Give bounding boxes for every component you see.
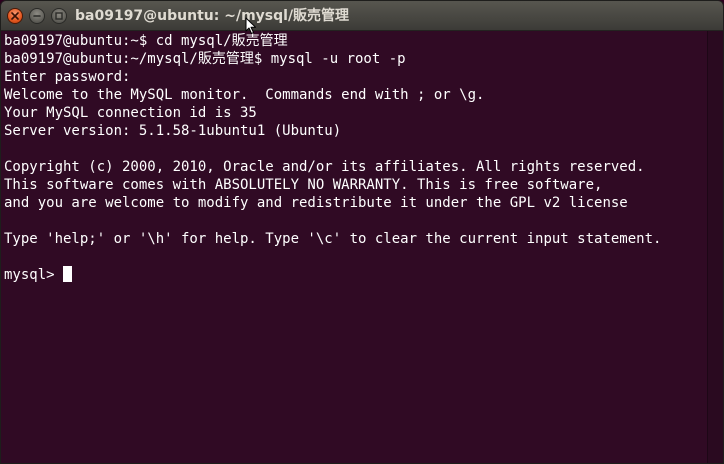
terminal-line: Server version: 5.1.58-1ubuntu1 (Ubuntu) bbox=[4, 123, 342, 139]
terminal-line: ba09197@ubuntu:~$ cd mysql/販売管理 bbox=[4, 33, 288, 49]
close-icon bbox=[11, 12, 19, 20]
terminal-area[interactable]: ba09197@ubuntu:~$ cd mysql/販売管理 ba09197@… bbox=[1, 31, 707, 463]
window-title: ba09197@ubuntu: ~/mysql/販売管理 bbox=[75, 8, 350, 24]
title-bar[interactable]: ba09197@ubuntu: ~/mysql/販売管理 bbox=[1, 1, 723, 31]
terminal-line: Enter password: bbox=[4, 69, 131, 85]
close-button[interactable] bbox=[7, 8, 23, 24]
terminal-line: This software comes with ABSOLUTELY NO W… bbox=[4, 177, 603, 193]
maximize-button[interactable] bbox=[51, 8, 67, 24]
scrollbar[interactable] bbox=[707, 31, 723, 463]
terminal-line: Welcome to the MySQL monitor. Commands e… bbox=[4, 87, 485, 103]
terminal-line: Type 'help;' or '\h' for help. Type '\c'… bbox=[4, 231, 662, 247]
text-cursor bbox=[63, 266, 73, 282]
minimize-button[interactable] bbox=[29, 8, 45, 24]
terminal-output: ba09197@ubuntu:~$ cd mysql/販売管理 ba09197@… bbox=[4, 32, 661, 284]
maximize-icon bbox=[55, 12, 63, 20]
terminal-window: ba09197@ubuntu: ~/mysql/販売管理 ba09197@ubu… bbox=[0, 0, 724, 464]
terminal-line: Your MySQL connection id is 35 bbox=[4, 105, 257, 121]
terminal-line: Copyright (c) 2000, 2010, Oracle and/or … bbox=[4, 159, 645, 175]
mouse-pointer-icon bbox=[245, 17, 256, 34]
prompt-line[interactable]: mysql> bbox=[4, 266, 661, 284]
minimize-icon bbox=[33, 15, 41, 17]
terminal-line: and you are welcome to modify and redist… bbox=[4, 195, 628, 211]
terminal-line: ba09197@ubuntu:~/mysql/販売管理$ mysql -u ro… bbox=[4, 51, 406, 67]
mysql-prompt: mysql> bbox=[4, 267, 64, 283]
